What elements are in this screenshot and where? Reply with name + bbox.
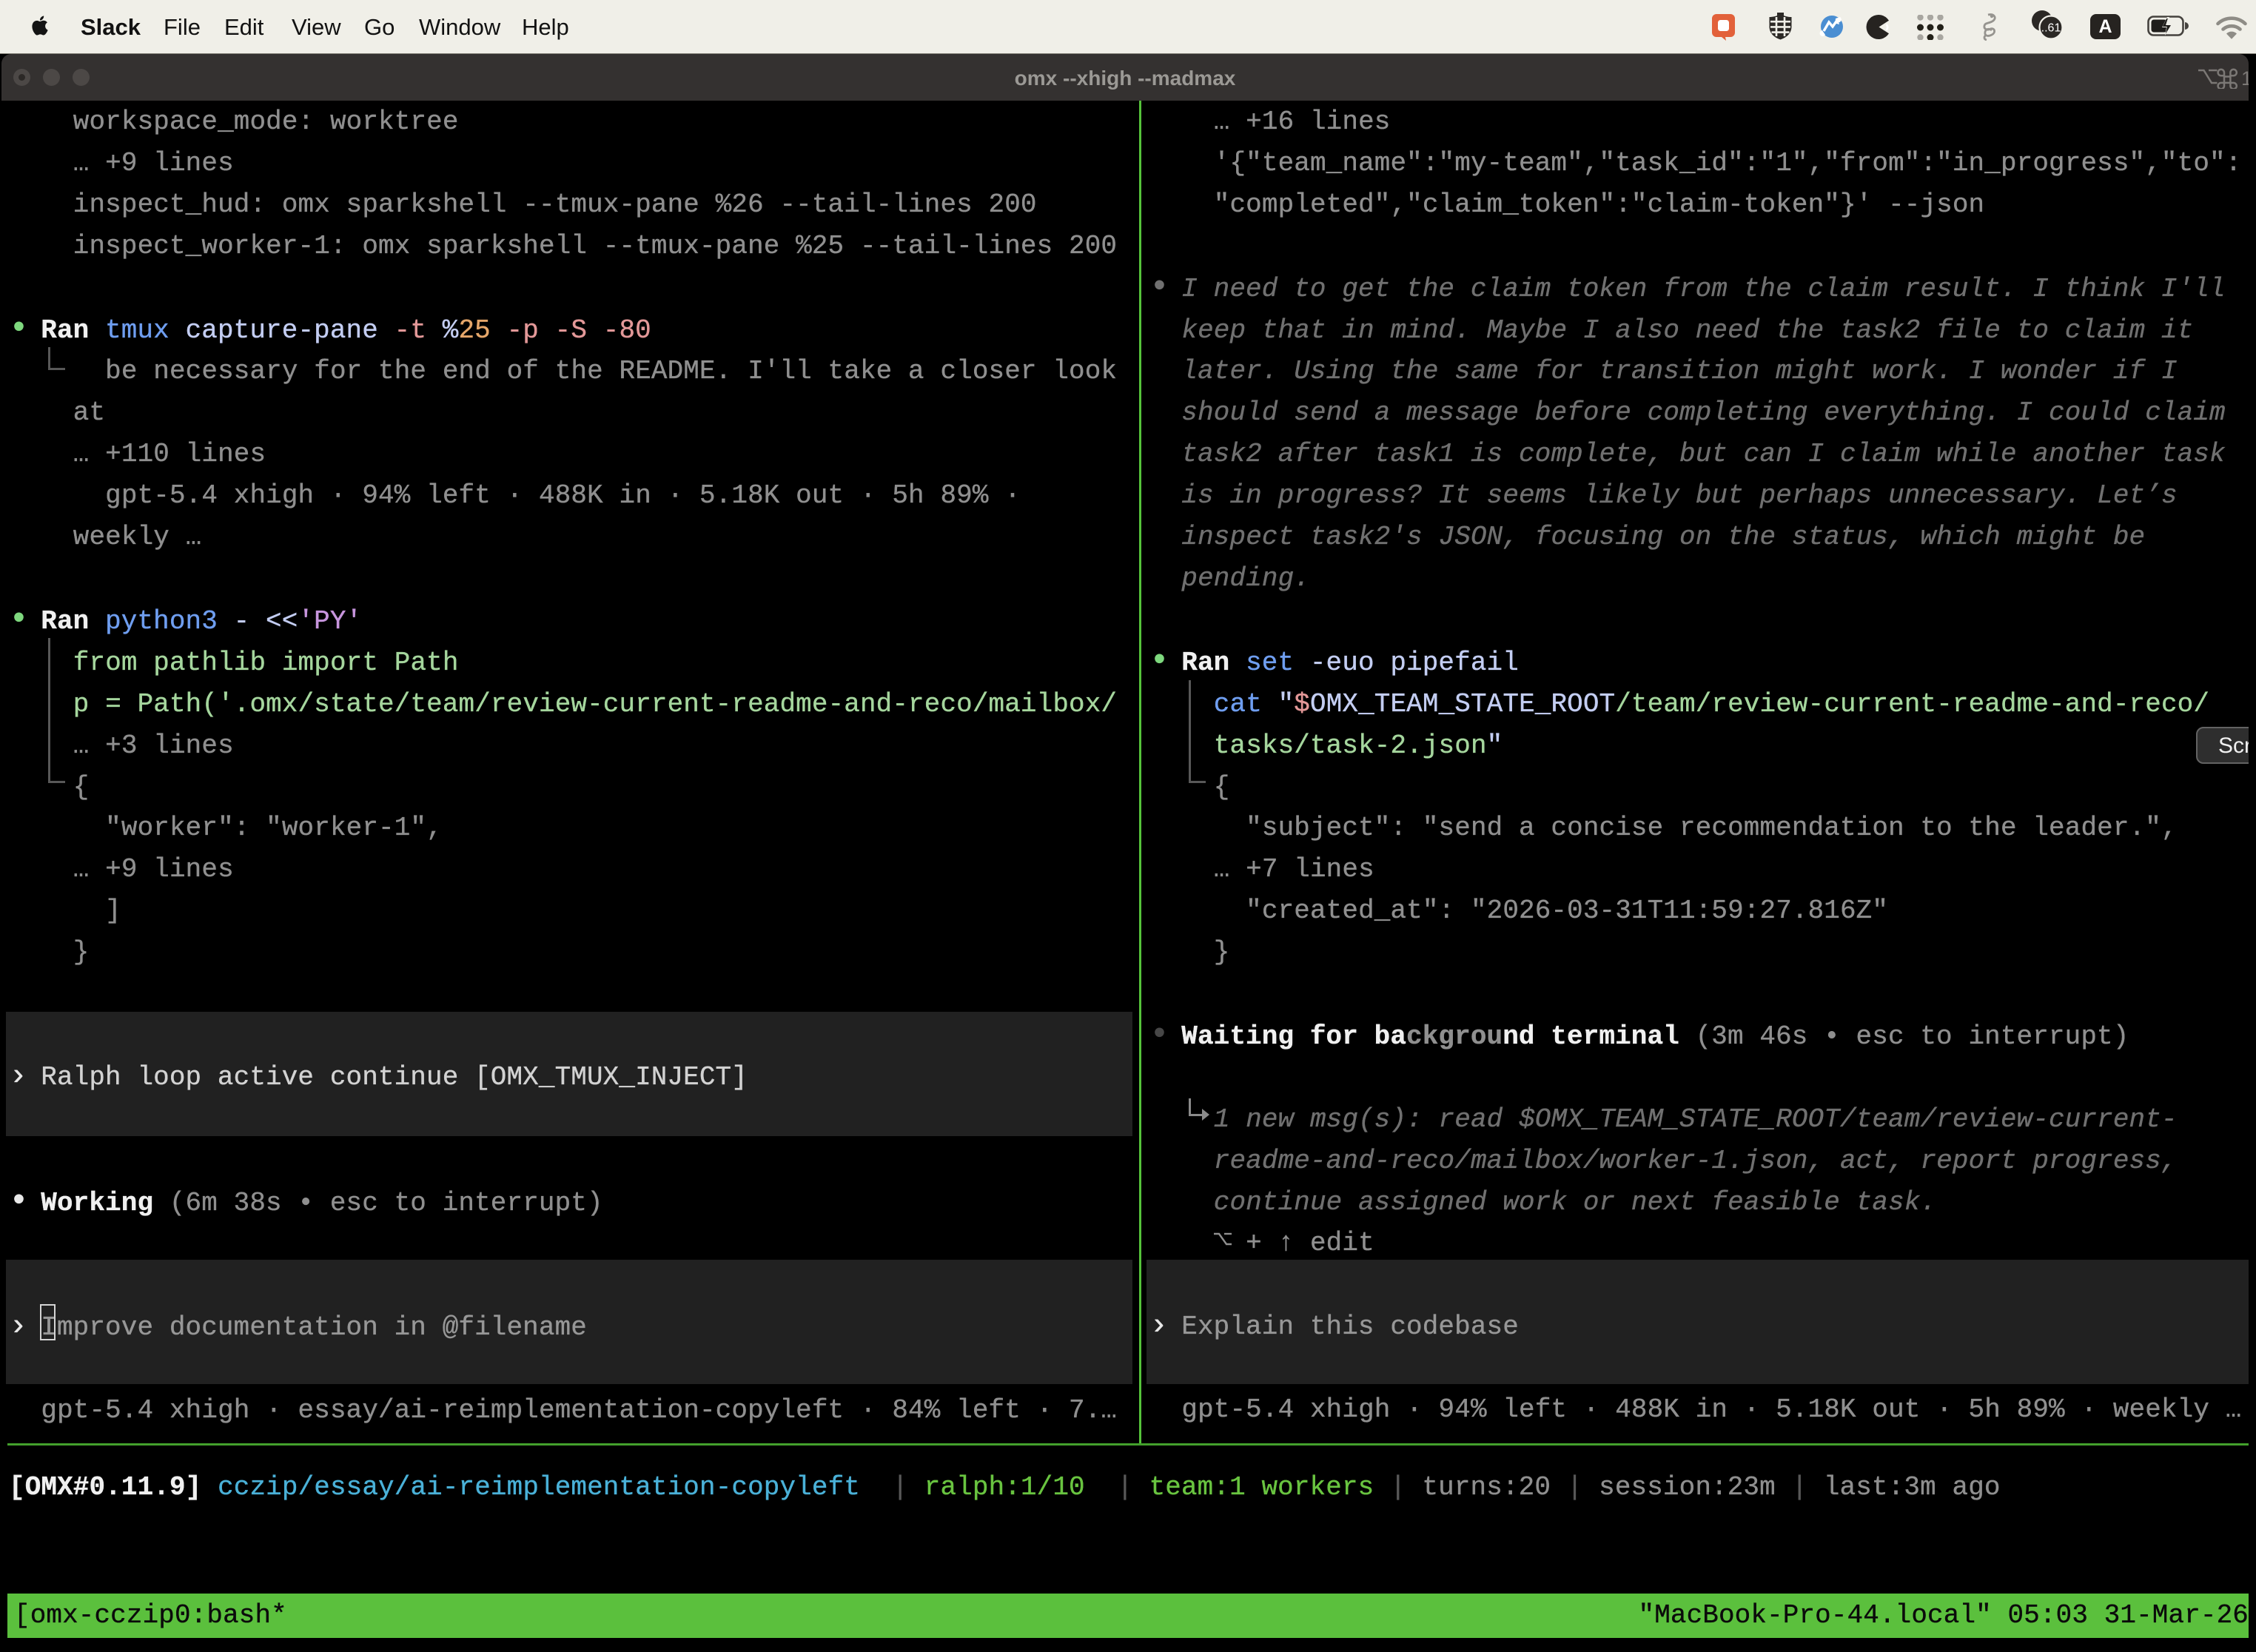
svg-text:..61: ..61 <box>2041 22 2061 35</box>
svg-text:1: 1 <box>2241 67 2249 89</box>
